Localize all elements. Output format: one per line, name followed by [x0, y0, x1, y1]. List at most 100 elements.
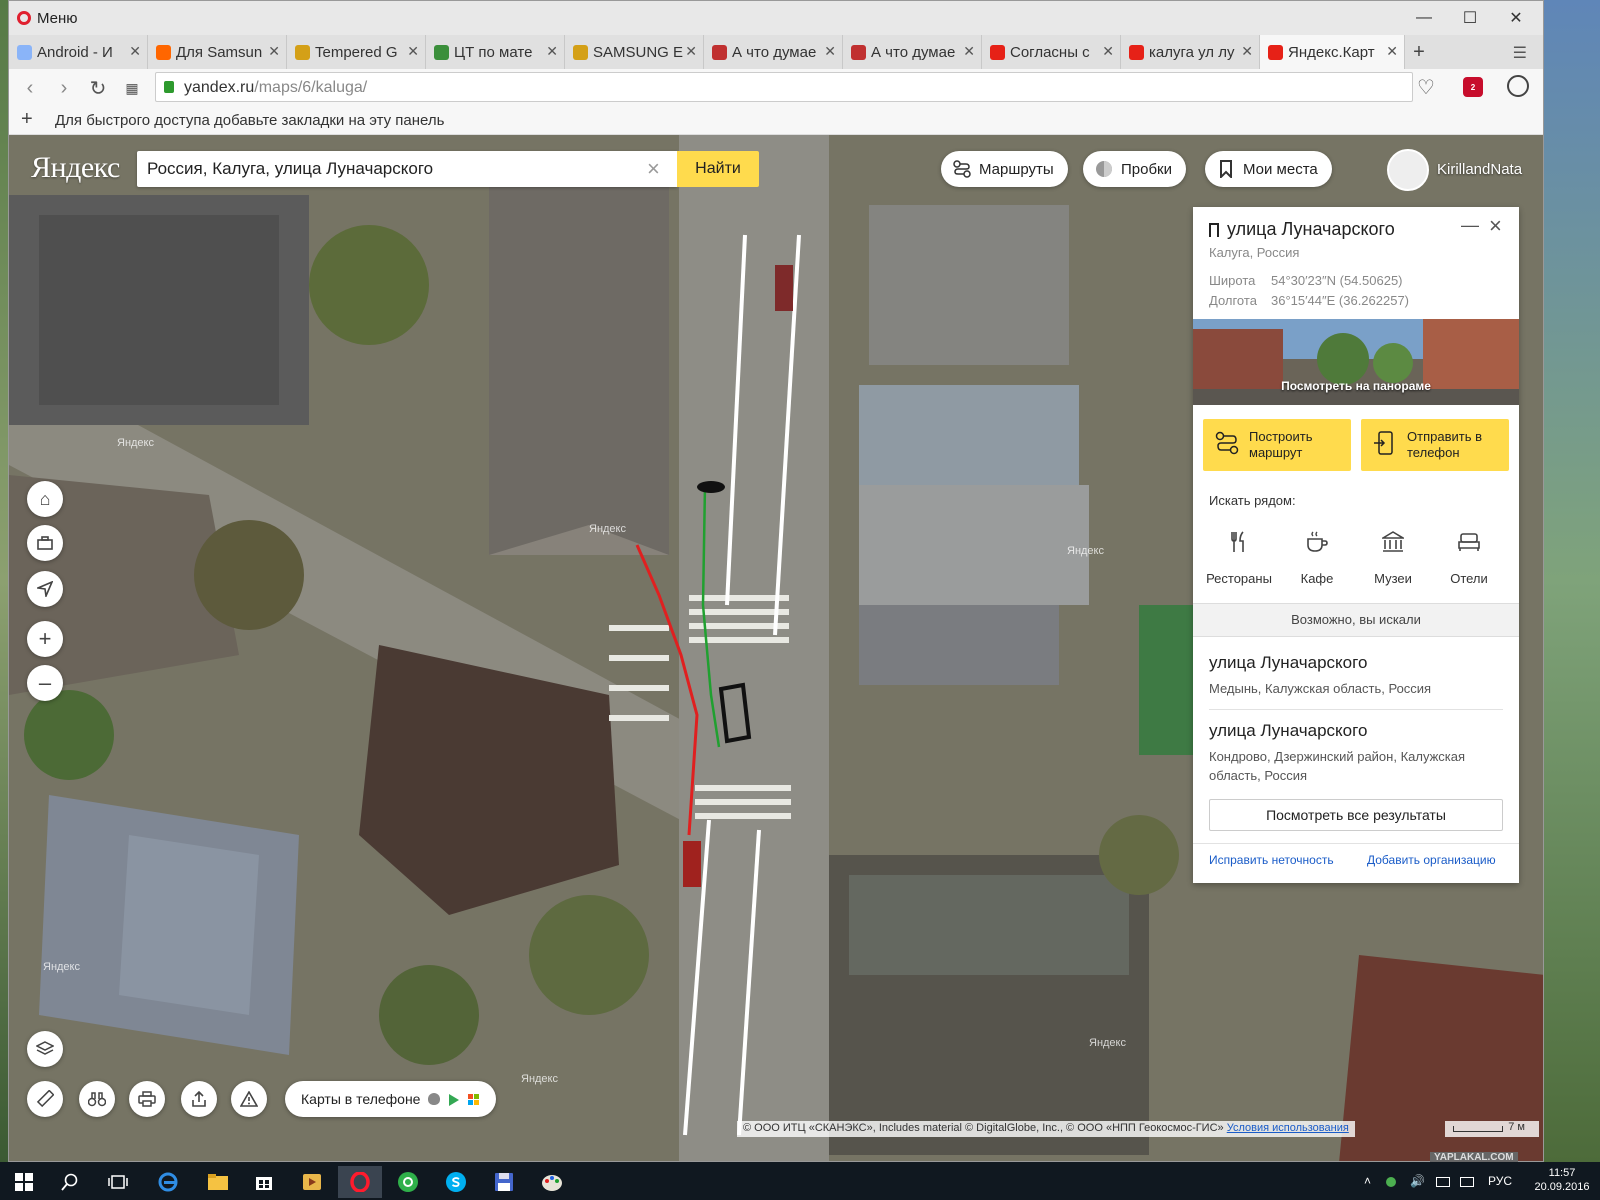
- tab[interactable]: Согласны с ✕: [982, 35, 1121, 69]
- tab-active[interactable]: Яндекс.Карт ✕: [1260, 35, 1405, 69]
- build-route-button[interactable]: Построить маршрут: [1203, 419, 1351, 471]
- reload-icon[interactable]: ↻: [85, 75, 111, 101]
- yandex-logo[interactable]: Яндекс: [31, 151, 120, 185]
- panorama-preview[interactable]: Посмотреть на панораме: [1193, 319, 1519, 405]
- opera-logo-icon[interactable]: [17, 11, 31, 25]
- tab-close-icon[interactable]: ✕: [129, 43, 141, 60]
- paint-icon[interactable]: [530, 1166, 574, 1198]
- download-icon[interactable]: [1507, 75, 1529, 97]
- category-restaurants[interactable]: Рестораны: [1201, 527, 1277, 586]
- menu-button[interactable]: Меню: [37, 10, 78, 27]
- forward-icon[interactable]: ›: [51, 75, 77, 101]
- desktop-wallpaper-right: [1544, 0, 1600, 1162]
- fix-inaccuracy-link[interactable]: Исправить неточность: [1209, 853, 1334, 867]
- minimize-card-icon[interactable]: —: [1461, 215, 1479, 236]
- adblock-icon[interactable]: 2: [1463, 77, 1483, 97]
- bed-icon: [1431, 527, 1507, 557]
- clear-search-icon[interactable]: ×: [647, 156, 660, 182]
- all-results-button[interactable]: Посмотреть все результаты: [1209, 799, 1503, 831]
- windows-start-icon[interactable]: [2, 1166, 46, 1198]
- speed-dial-icon[interactable]: ▦: [119, 75, 145, 101]
- result-item[interactable]: улица Луначарского Кондрово, Дзержинский…: [1209, 721, 1503, 785]
- tab[interactable]: Android - И ✕: [9, 35, 148, 69]
- volume-icon[interactable]: 🔊: [1410, 1174, 1425, 1188]
- language-indicator[interactable]: РУС: [1488, 1174, 1512, 1188]
- maximize-button[interactable]: ☐: [1447, 1, 1493, 35]
- task-view-icon[interactable]: [96, 1166, 140, 1198]
- search-button[interactable]: Найти: [677, 151, 759, 187]
- zoom-in-button[interactable]: +: [27, 621, 63, 657]
- terms-link[interactable]: Условия использования: [1227, 1122, 1349, 1134]
- search-icon[interactable]: [48, 1166, 92, 1198]
- warning-icon[interactable]: [231, 1081, 267, 1117]
- close-card-icon[interactable]: ×: [1489, 213, 1502, 239]
- heart-icon[interactable]: ♡: [1417, 75, 1435, 100]
- search-box: ×: [137, 151, 677, 187]
- tab-close-icon[interactable]: ✕: [546, 43, 558, 60]
- layers-icon[interactable]: [27, 1031, 63, 1067]
- avatar[interactable]: [1387, 149, 1429, 191]
- skype-icon[interactable]: [434, 1166, 478, 1198]
- traffic-button[interactable]: Пробки: [1083, 151, 1186, 187]
- tab[interactable]: калуга ул лу ✕: [1121, 35, 1260, 69]
- save-disk-icon[interactable]: [482, 1166, 526, 1198]
- send-to-phone-button[interactable]: Отправить в телефон: [1361, 419, 1509, 471]
- network-icon[interactable]: [1436, 1177, 1450, 1187]
- tab[interactable]: А что думае ✕: [843, 35, 982, 69]
- home-icon[interactable]: ⌂: [27, 481, 63, 517]
- maps-in-phone-button[interactable]: Карты в телефоне: [285, 1081, 497, 1117]
- battery-icon[interactable]: [1460, 1177, 1474, 1187]
- store-icon[interactable]: [242, 1166, 286, 1198]
- tab-close-icon[interactable]: ✕: [685, 43, 697, 60]
- scale-bar: [1453, 1126, 1503, 1132]
- opera-taskbar-icon[interactable]: [338, 1166, 382, 1198]
- briefcase-icon[interactable]: [27, 525, 63, 561]
- new-tab-button[interactable]: +: [1405, 35, 1433, 69]
- edge-icon[interactable]: [146, 1166, 190, 1198]
- map-view[interactable]: Яндекс Яндекс Яндекс Яндекс Яндекс Яндек…: [9, 135, 1543, 1161]
- my-places-button[interactable]: Мои места: [1205, 151, 1332, 187]
- tab[interactable]: ЦТ по мате ✕: [426, 35, 565, 69]
- tab-close-icon[interactable]: ✕: [963, 43, 975, 60]
- url-field[interactable]: yandex.ru/maps/6/kaluga/: [155, 72, 1413, 102]
- add-bookmark-icon[interactable]: +: [21, 108, 33, 131]
- back-icon[interactable]: ‹: [17, 75, 43, 101]
- category-museums[interactable]: Музеи: [1355, 527, 1431, 586]
- tab-close-icon[interactable]: ✕: [407, 43, 419, 60]
- tab[interactable]: SAMSUNG E ✕: [565, 35, 704, 69]
- category-cafe[interactable]: Кафе: [1279, 527, 1355, 586]
- result-item[interactable]: улица Луначарского Медынь, Калужская обл…: [1209, 653, 1503, 698]
- tab-close-icon[interactable]: ✕: [824, 43, 836, 60]
- file-explorer-icon[interactable]: [196, 1166, 240, 1198]
- tray-app-icon[interactable]: [1386, 1177, 1396, 1187]
- panorama-icon[interactable]: [79, 1081, 115, 1117]
- minimize-button[interactable]: —: [1401, 1, 1447, 35]
- print-icon[interactable]: [129, 1081, 165, 1117]
- close-window-button[interactable]: ✕: [1493, 1, 1539, 35]
- mail-agent-icon[interactable]: [386, 1166, 430, 1198]
- add-organization-link[interactable]: Добавить организацию: [1367, 853, 1496, 867]
- bookmark-icon[interactable]: [1209, 223, 1219, 237]
- tab[interactable]: Для Samsun ✕: [148, 35, 287, 69]
- apple-icon: [428, 1093, 441, 1105]
- tab[interactable]: А что думае ✕: [704, 35, 843, 69]
- tab[interactable]: Tempered G ✕: [287, 35, 426, 69]
- maybe-searched-header: Возможно, вы искали: [1193, 603, 1519, 637]
- url-text[interactable]: yandex.ru/maps/6/kaluga/: [184, 79, 367, 97]
- tab-close-icon[interactable]: ✕: [1386, 43, 1398, 60]
- zoom-out-button[interactable]: –: [27, 665, 63, 701]
- share-icon[interactable]: [181, 1081, 217, 1117]
- clock[interactable]: 11:57 20.09.2016: [1530, 1166, 1594, 1194]
- tab-close-icon[interactable]: ✕: [1241, 43, 1253, 60]
- search-input[interactable]: [147, 157, 637, 181]
- tab-close-icon[interactable]: ✕: [1102, 43, 1114, 60]
- tab-menu-icon[interactable]: ☰: [1513, 43, 1527, 63]
- category-hotels[interactable]: Отели: [1431, 527, 1507, 586]
- username[interactable]: KirillandNata: [1437, 161, 1522, 178]
- geolocation-icon[interactable]: [27, 571, 63, 607]
- ruler-icon[interactable]: [27, 1081, 63, 1117]
- routes-button[interactable]: Маршруты: [941, 151, 1068, 187]
- tab-close-icon[interactable]: ✕: [268, 43, 280, 60]
- tray-chevron-icon[interactable]: ˄: [1364, 1174, 1371, 1188]
- media-player-icon[interactable]: [290, 1166, 334, 1198]
